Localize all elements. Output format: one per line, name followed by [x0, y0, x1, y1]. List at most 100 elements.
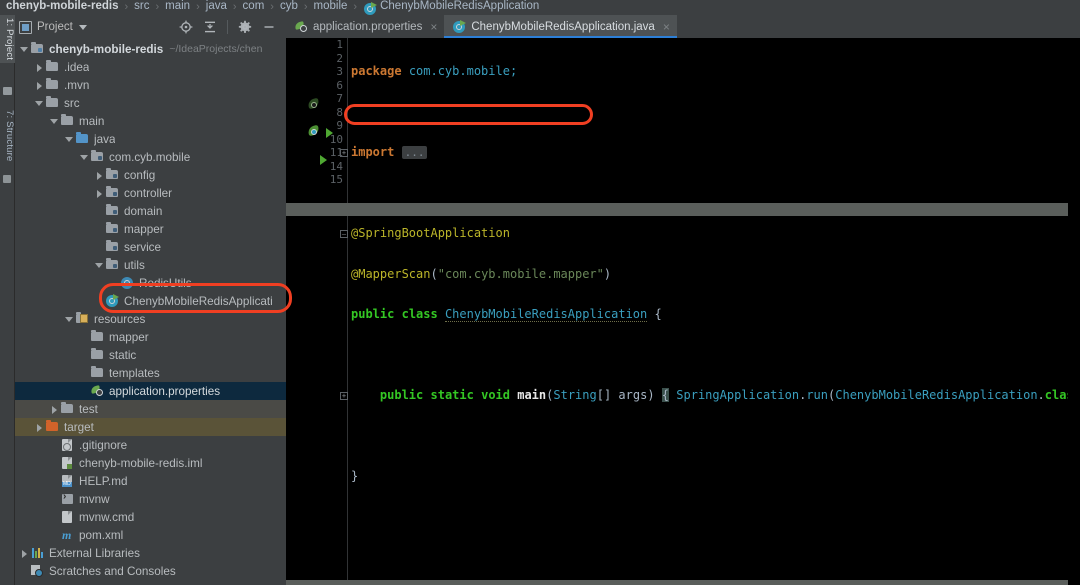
tree-item-label: .mvn — [64, 78, 90, 92]
fold-expand-icon[interactable]: + — [340, 392, 348, 400]
libraries-icon — [30, 546, 45, 560]
tree-item-application-properties[interactable]: application.properties — [15, 382, 286, 400]
tree-item-com-cyb-mobile[interactable]: com.cyb.mobile — [15, 148, 286, 166]
line-number-15[interactable]: 15 — [286, 173, 347, 187]
run-app-icon[interactable] — [326, 128, 333, 138]
tree-item-gitignore[interactable]: .gitignore — [15, 436, 286, 454]
expand-arrow-icon[interactable] — [94, 170, 105, 181]
line-number-14[interactable]: 14 — [286, 160, 347, 174]
close-icon[interactable]: × — [663, 20, 670, 34]
project-tree[interactable]: chenyb-mobile-redis ~/IdeaProjects/chen .i… — [15, 39, 286, 585]
tree-item-domain[interactable]: domain — [15, 202, 286, 220]
tree-item-mapper[interactable]: mapper — [15, 220, 286, 238]
expand-arrow-icon[interactable] — [34, 422, 45, 433]
tree-item-mvnw[interactable]: mvnw — [15, 490, 286, 508]
tree-item-chenyb-mobile-redis[interactable]: chenyb-mobile-redis ~/IdeaProjects/chen — [15, 40, 286, 58]
tree-item-redisutils[interactable]: RedisUtils — [15, 274, 286, 292]
breadcrumb-item-cyb[interactable]: cyb — [280, 0, 298, 14]
expand-arrow-icon[interactable] — [19, 548, 30, 559]
spring-bean-icon[interactable] — [307, 97, 321, 111]
breadcrumb-item-com[interactable]: com — [243, 0, 265, 14]
tree-item-label: java — [94, 132, 116, 146]
tree-item-scratches-and-consoles[interactable]: Scratches and Consoles — [15, 562, 286, 580]
tool-tab-project[interactable]: 1: Project — [0, 15, 15, 64]
close-icon[interactable]: × — [430, 20, 437, 34]
tree-item-static[interactable]: static — [15, 346, 286, 364]
expand-arrow-icon[interactable] — [34, 62, 45, 73]
expand-arrow-icon[interactable] — [49, 404, 60, 415]
fold-collapse-icon[interactable]: – — [340, 230, 348, 238]
collapse-arrow-icon[interactable] — [19, 44, 30, 55]
tree-item-controller[interactable]: controller — [15, 184, 286, 202]
expand-arrow-icon[interactable] — [94, 188, 105, 199]
minimize-icon[interactable] — [262, 20, 276, 34]
run-method-icon[interactable] — [320, 155, 327, 165]
editor-scrollbar[interactable] — [1068, 61, 1080, 585]
tree-item-mapper[interactable]: mapper — [15, 328, 286, 346]
tree-item-chenybmobileredisapplicati[interactable]: ChenybMobileRedisApplicati — [15, 292, 286, 310]
collapse-arrow-icon[interactable] — [64, 314, 75, 325]
project-icon — [19, 20, 32, 34]
tab-chenyb-mobile-redis-application[interactable]: ChenybMobileRedisApplication.java × — [444, 15, 678, 38]
editor-area: application.properties × ChenybMobileRed… — [286, 15, 1080, 585]
tree-item-service[interactable]: service — [15, 238, 286, 256]
tree-item-help-md[interactable]: HELP.md — [15, 472, 286, 490]
tree-item-src[interactable]: src — [15, 94, 286, 112]
expand-arrow-icon[interactable] — [34, 80, 45, 91]
collapse-arrow-icon[interactable] — [94, 260, 105, 271]
token-run-method: run — [806, 388, 829, 402]
tree-item-mvn[interactable]: .mvn — [15, 76, 286, 94]
tree-item-label: mvnw — [79, 492, 110, 506]
collapse-all-icon[interactable] — [203, 20, 217, 34]
tree-item-main[interactable]: main — [15, 112, 286, 130]
breadcrumb-item-mobile[interactable]: mobile — [314, 0, 348, 14]
spring-bean-icon[interactable] — [307, 124, 321, 138]
tree-item-resources[interactable]: resources — [15, 310, 286, 328]
line-number-11[interactable]: 11 — [286, 146, 347, 160]
tree-item-external-libraries[interactable]: External Libraries — [15, 544, 286, 562]
tool-tab-structure[interactable]: 7: Structure — [0, 107, 15, 165]
fold-expand-icon[interactable]: + — [340, 149, 348, 157]
locate-in-tree-icon[interactable] — [179, 20, 193, 34]
token-close-brace: } — [351, 469, 359, 483]
breadcrumb-item-class[interactable]: ChenybMobileRedisApplication — [380, 0, 539, 14]
arrow-placeholder — [49, 512, 60, 523]
token-args-param: args — [618, 388, 648, 402]
line-number-6[interactable]: 6 — [286, 79, 347, 93]
collapsed-imports[interactable]: ... — [401, 146, 428, 159]
token-public-keyword: public — [379, 388, 424, 402]
tree-item-target[interactable]: target — [15, 418, 286, 436]
collapse-arrow-icon[interactable] — [79, 152, 90, 163]
breadcrumb-item-java[interactable]: java — [206, 0, 227, 14]
collapse-arrow-icon[interactable] — [49, 116, 60, 127]
line-number-gutter[interactable]: 1 2 3 6 7 8 9 10 11 14 15 — [286, 38, 347, 585]
line-number-3[interactable]: 3 — [286, 65, 347, 79]
markdown-file-icon — [60, 474, 75, 488]
tree-item-java[interactable]: java — [15, 130, 286, 148]
breadcrumb-item-main[interactable]: main — [165, 0, 190, 14]
code-editor[interactable]: 1 2 3 6 7 8 9 10 11 14 15 package com.cyb.mobile; … — [286, 38, 1080, 585]
chevron-down-icon[interactable] — [78, 24, 87, 30]
breadcrumb-item-project[interactable]: chenyb-mobile-redis — [6, 0, 118, 14]
gear-icon[interactable] — [238, 20, 252, 34]
tree-item-templates[interactable]: templates — [15, 364, 286, 382]
token-package-name: com.cyb.mobile; — [408, 64, 518, 78]
collapse-arrow-icon[interactable] — [64, 134, 75, 145]
tree-item-pom-xml[interactable]: m pom.xml — [15, 526, 286, 544]
breadcrumb-item-src[interactable]: src — [134, 0, 149, 14]
tree-item-test[interactable]: test — [15, 400, 286, 418]
source-folder-icon — [75, 132, 90, 146]
line-number-1[interactable]: 1 — [286, 38, 347, 52]
arrow-placeholder — [94, 206, 105, 217]
tree-item-idea[interactable]: .idea — [15, 58, 286, 76]
tree-item-chenyb-mobile-redis-iml[interactable]: chenyb-mobile-redis.iml — [15, 454, 286, 472]
tree-item-config[interactable]: config — [15, 166, 286, 184]
tree-item-utils[interactable]: utils — [15, 256, 286, 274]
tree-item-label: mapper — [124, 222, 164, 236]
tree-item-label: RedisUtils — [139, 276, 192, 290]
line-number-2[interactable]: 2 — [286, 52, 347, 66]
tree-item-mvnw-cmd[interactable]: mvnw.cmd — [15, 508, 286, 526]
collapse-arrow-icon[interactable] — [34, 98, 45, 109]
code-content[interactable]: package com.cyb.mobile; + import ... – @Sp… — [340, 38, 1080, 585]
tab-application-properties[interactable]: application.properties × — [286, 15, 444, 38]
